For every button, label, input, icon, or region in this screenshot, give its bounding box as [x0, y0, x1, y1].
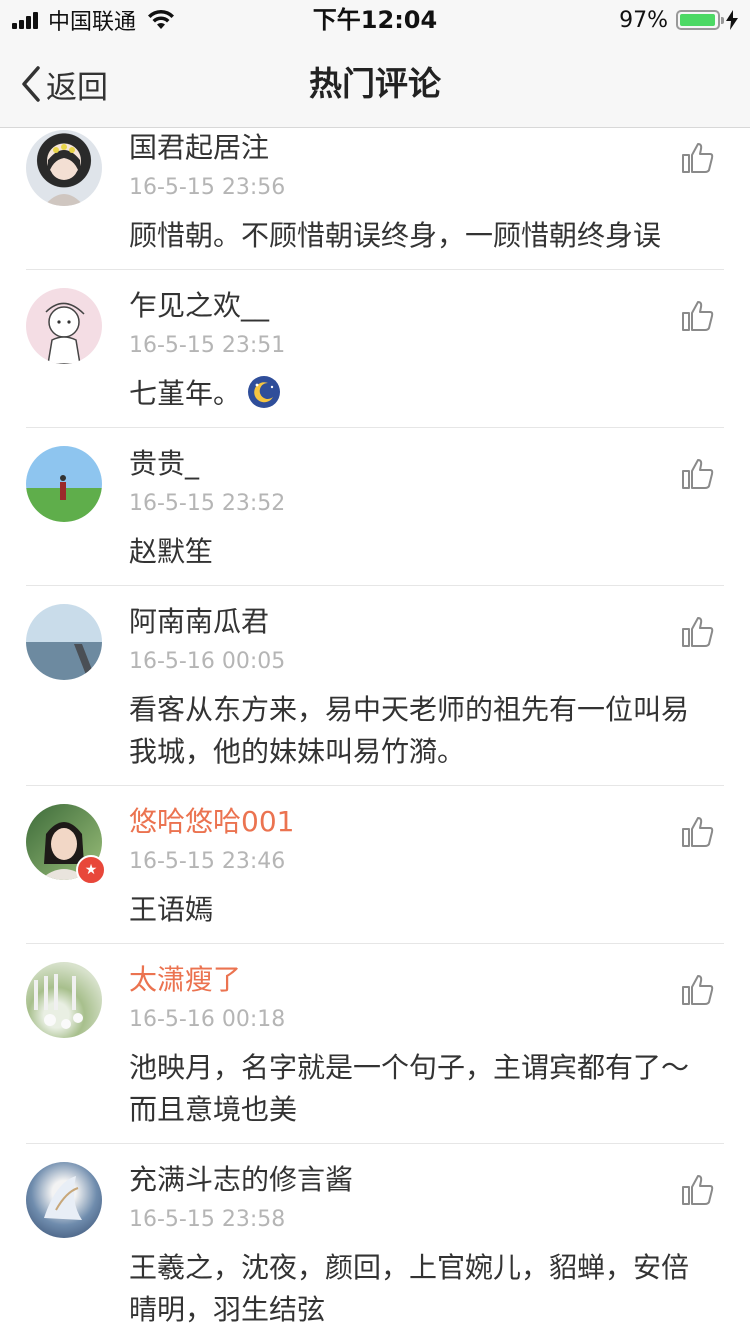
user-name[interactable]: 贵贵_: [129, 446, 199, 482]
battery-percent: 97%: [619, 7, 668, 33]
verified-badge-icon: ★: [76, 855, 106, 885]
comment-item[interactable]: 乍见之欢__ 16-5-15 23:51 七堇年。: [26, 270, 724, 428]
thumbs-up-icon[interactable]: [680, 140, 716, 176]
thumbs-up-icon[interactable]: [680, 972, 716, 1008]
avatar[interactable]: [26, 446, 102, 522]
comment-item[interactable]: 国君起居注 16-5-15 23:56 顾惜朝。不顾惜朝误终身，一顾惜朝终身误: [26, 128, 724, 270]
comment-text: 赵默笙: [129, 535, 214, 568]
comment-item[interactable]: 阿南南瓜君 16-5-16 00:05 看客从东方来，易中天老师的祖先有一位叫易…: [26, 586, 724, 786]
status-right: 97%: [619, 6, 738, 34]
user-name[interactable]: 悠哈悠哈001: [129, 804, 294, 840]
comment-text: 顾惜朝。不顾惜朝误终身，一顾惜朝终身误: [129, 219, 662, 252]
avatar[interactable]: [26, 962, 102, 1038]
comment-item[interactable]: 贵贵_ 16-5-15 23:52 赵默笙: [26, 428, 724, 586]
thumbs-up-icon[interactable]: [680, 1172, 716, 1208]
user-name[interactable]: 乍见之欢__: [129, 288, 269, 324]
user-name[interactable]: 充满斗志的修言酱: [129, 1162, 353, 1198]
moon-emoji-icon: [248, 376, 281, 408]
user-name[interactable]: 国君起居注: [129, 130, 269, 166]
user-name[interactable]: 阿南南瓜君: [129, 604, 269, 640]
user-name[interactable]: 太潇瘦了: [129, 962, 241, 998]
avatar[interactable]: ★: [26, 804, 106, 885]
thumbs-up-icon[interactable]: [680, 456, 716, 492]
comment-time: 16-5-16 00:05: [129, 649, 286, 674]
nav-bar: 返回 热门评论: [0, 40, 750, 128]
thumbs-up-icon[interactable]: [680, 614, 716, 650]
battery-fill: [680, 14, 715, 26]
comment-time: 16-5-15 23:52: [129, 491, 286, 516]
comment-time: 16-5-15 23:58: [129, 1207, 286, 1232]
comment-text: 看客从东方来，易中天老师的祖先有一位叫易我城，他的妹妹叫易竹漪。: [129, 693, 690, 768]
avatar[interactable]: [26, 288, 102, 364]
comment-text: 池映月，名字就是一个句子，主谓宾都有了～而且意境也美: [129, 1051, 690, 1126]
thumbs-up-icon[interactable]: [680, 814, 716, 850]
status-bar: 中国联通 下午12:04 97%: [0, 0, 750, 40]
battery-icon: [676, 10, 724, 30]
comment-text: 七堇年。: [129, 373, 709, 415]
comment-time: 16-5-15 23:46: [129, 849, 286, 874]
charging-bolt-icon: [726, 10, 738, 30]
avatar[interactable]: [26, 130, 102, 206]
comment-text-content: 七堇年。: [129, 377, 242, 410]
battery-cap: [721, 17, 724, 24]
avatar[interactable]: [26, 604, 102, 680]
comment-time: 16-5-16 00:18: [129, 1007, 286, 1032]
comment-text: 王语嫣: [129, 893, 214, 926]
comment-item[interactable]: ★ 悠哈悠哈001 16-5-15 23:46 王语嫣: [26, 786, 724, 944]
comment-time: 16-5-15 23:56: [129, 175, 286, 200]
comment-list[interactable]: 国君起居注 16-5-15 23:56 顾惜朝。不顾惜朝误终身，一顾惜朝终身误 …: [0, 128, 750, 1334]
thumbs-up-icon[interactable]: [680, 298, 716, 334]
comment-text: 王羲之，沈夜，颜回，上官婉儿，貂蝉，安倍晴明，羽生结弦: [129, 1251, 690, 1326]
page-title: 热门评论: [309, 64, 441, 103]
avatar[interactable]: [26, 1162, 102, 1238]
comment-item[interactable]: 太潇瘦了 16-5-16 00:18 池映月，名字就是一个句子，主谓宾都有了～而…: [26, 944, 724, 1144]
comment-time: 16-5-15 23:51: [129, 333, 286, 358]
comment-item[interactable]: 充满斗志的修言酱 16-5-15 23:58 王羲之，沈夜，颜回，上官婉儿，貂蝉…: [26, 1144, 724, 1334]
